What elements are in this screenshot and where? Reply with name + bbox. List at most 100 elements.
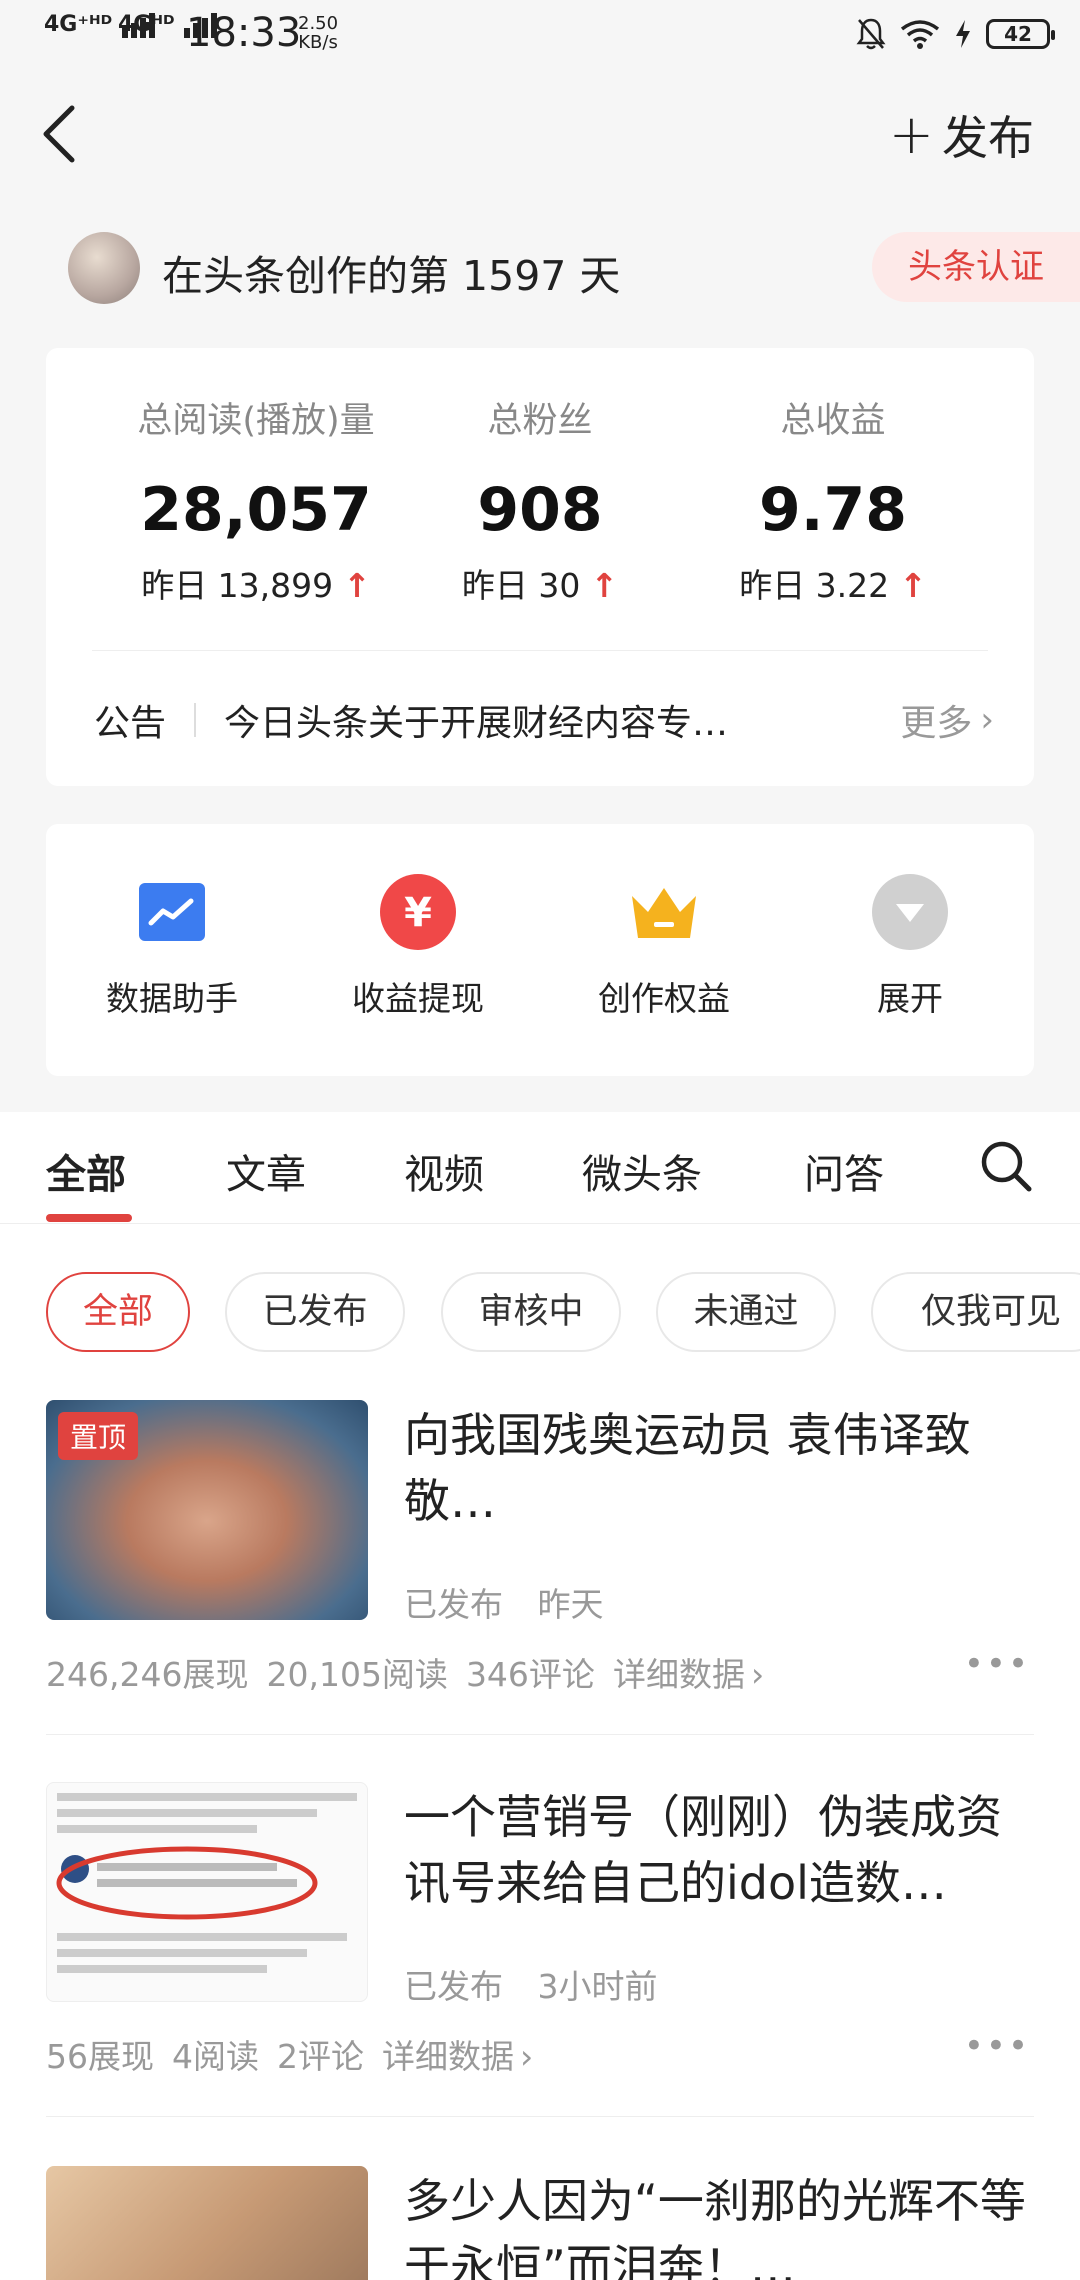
stat-label: 总粉丝: [487, 401, 593, 441]
avatar[interactable]: [68, 232, 140, 304]
search-icon: [981, 1141, 1032, 1192]
speed-value: 2.50: [298, 13, 339, 34]
chevron-right-icon: ›: [750, 1655, 765, 1694]
status-text: 已发布: [404, 1967, 503, 2006]
pinned-badge: 置顶: [58, 1412, 139, 1460]
stat-total-reads[interactable]: 总阅读(播放)量 28,057 昨日 13,899 ↑: [91, 392, 421, 607]
item-stats: 56展现 4阅读 2评论 详细数据 ›: [46, 2030, 551, 2078]
item-thumbnail[interactable]: [46, 2166, 368, 2280]
status-bar: 4G⁺ᴴᴰ 4Gᴴᴰ 18:33 2.50 KB/s 42: [0, 0, 1080, 72]
stat-total-income[interactable]: 总收益 9.78 昨日 3.22 ↑: [668, 392, 998, 607]
tab-all[interactable]: 全部: [46, 1142, 126, 1200]
more-options-icon[interactable]: •••: [964, 1644, 1030, 1684]
stat-value: 9.78: [758, 475, 908, 545]
chevron-right-icon: ›: [520, 2037, 534, 2076]
impressions: 56展现: [46, 2037, 154, 2076]
notice-tag: 公告: [94, 703, 167, 744]
item-title[interactable]: 向我国残奥运动员 袁伟译致敬…: [404, 1402, 1034, 1534]
tool-expand[interactable]: 展开: [800, 874, 1020, 1020]
stat-value: 28,057: [140, 475, 372, 545]
stat-yesterday: 昨日 3.22 ↑: [668, 559, 998, 607]
item-status: 已发布 3小时前: [404, 1960, 658, 2008]
chevron-left-icon: [43, 105, 75, 163]
svg-text:¥: ¥: [404, 890, 432, 936]
publish-label: 发布: [942, 111, 1034, 165]
notice-more-link[interactable]: 更多: [900, 694, 972, 746]
tab-qa[interactable]: 问答: [804, 1142, 884, 1200]
chevron-right-icon: ›: [980, 700, 994, 740]
filter-under-review[interactable]: 审核中: [441, 1272, 621, 1352]
more-options-icon[interactable]: •••: [964, 2026, 1030, 2066]
back-button[interactable]: [40, 104, 100, 174]
stat-value: 908: [477, 475, 603, 545]
notice-separator: [194, 703, 197, 737]
detail-data-link[interactable]: 详细数据: [382, 2037, 514, 2076]
comments: 346评论: [465, 1655, 595, 1694]
item-thumbnail[interactable]: [46, 1782, 368, 2002]
item-title[interactable]: 多少人因为“一刹那的光辉不等于永恒”而泪奔！…: [404, 2168, 1034, 2280]
filter-all[interactable]: 全部: [46, 1272, 190, 1352]
profile-row: 在头条创作的第 1597 天 头条认证: [68, 230, 1080, 310]
tools-card: 数据助手 ¥ 收益提现 创作权益 展开: [46, 824, 1034, 1076]
filter-rejected[interactable]: 未通过: [656, 1272, 836, 1352]
stat-yesterday-text: 昨日 3.22: [739, 566, 890, 605]
publish-button[interactable]: + 发布: [889, 102, 1034, 168]
time-text: 3小时前: [537, 1967, 658, 2006]
notice-text[interactable]: 今日头条关于开展财经内容专…: [224, 694, 880, 746]
creation-days: 在头条创作的第 1597 天: [162, 252, 621, 300]
verify-badge[interactable]: 头条认证: [872, 232, 1080, 302]
comments: 2评论: [277, 2037, 364, 2076]
content-tabs: 全部 文章 视频 微头条 问答: [0, 1112, 1080, 1224]
stats-card: 总阅读(播放)量 28,057 昨日 13,899 ↑ 总粉丝 908 昨日 30…: [46, 348, 1034, 786]
status-text: 已发布: [404, 1585, 503, 1624]
tool-data-assistant[interactable]: 数据助手: [62, 874, 282, 1020]
tool-label: 创作权益: [598, 979, 730, 1018]
tab-micro-posts[interactable]: 微头条: [582, 1142, 702, 1200]
arrow-up-icon: ↑: [899, 566, 927, 605]
speed-unit: KB/s: [298, 32, 338, 53]
status-icons: 42: [856, 14, 1055, 54]
clock: 18:33: [186, 10, 302, 56]
tool-label: 数据助手: [106, 979, 238, 1018]
arrow-up-icon: ↑: [343, 566, 371, 605]
crown-icon: [626, 874, 702, 950]
reads: 4阅读: [172, 2037, 259, 2076]
divider: [92, 650, 988, 651]
charging-icon: [956, 20, 970, 48]
notice-bar[interactable]: 公告 今日头条关于开展财经内容专… 更多 ›: [94, 688, 994, 752]
filter-published[interactable]: 已发布: [225, 1272, 405, 1352]
chart-icon: [134, 874, 210, 950]
tab-videos[interactable]: 视频: [404, 1142, 484, 1200]
filter-private[interactable]: 仅我可见: [871, 1272, 1080, 1352]
network-speed: 2.50 KB/s: [298, 14, 338, 52]
tool-withdraw-income[interactable]: ¥ 收益提现: [308, 874, 528, 1020]
impressions: 246,246展现: [46, 1655, 249, 1694]
item-status: 已发布 昨天: [404, 1578, 604, 1626]
stat-label: 总收益: [780, 401, 886, 441]
wifi-icon: [900, 20, 940, 49]
stat-yesterday-text: 昨日 30: [461, 566, 581, 605]
tab-articles[interactable]: 文章: [226, 1142, 306, 1200]
time-text: 昨天: [537, 1585, 604, 1624]
divider: [46, 2116, 1034, 2117]
stat-yesterday-text: 昨日 13,899: [141, 566, 334, 605]
expand-icon: [872, 874, 948, 950]
detail-data-link[interactable]: 详细数据: [613, 1655, 745, 1694]
signal-label: 4Gᴴᴰ: [118, 12, 175, 37]
mute-bell-icon: [856, 18, 886, 50]
arrow-up-icon: ↑: [590, 566, 619, 605]
item-thumbnail[interactable]: 置顶: [46, 1400, 368, 1620]
tool-label: 展开: [877, 979, 943, 1018]
battery-icon: 42: [986, 19, 1055, 49]
active-tab-indicator: [46, 1214, 132, 1222]
signal-label: 4G⁺ᴴᴰ: [44, 12, 113, 37]
divider: [46, 1734, 1034, 1735]
stat-yesterday: 昨日 13,899 ↑: [91, 559, 421, 607]
tool-creator-rights[interactable]: 创作权益: [554, 874, 774, 1020]
content-list: 全部 已发布 审核中 未通过 仅我可见 置顶 向我国残奥运动员 袁伟译致敬… 已…: [0, 1224, 1080, 2280]
search-button[interactable]: [978, 1138, 1034, 1194]
plus-icon: +: [888, 103, 934, 166]
item-title[interactable]: 一个营销号（刚刚）伪装成资讯号来给自己的idol造数…: [404, 1784, 1034, 1916]
stat-total-fans[interactable]: 总粉丝 908 昨日 30 ↑: [375, 392, 705, 607]
yuan-icon: ¥: [380, 874, 456, 950]
